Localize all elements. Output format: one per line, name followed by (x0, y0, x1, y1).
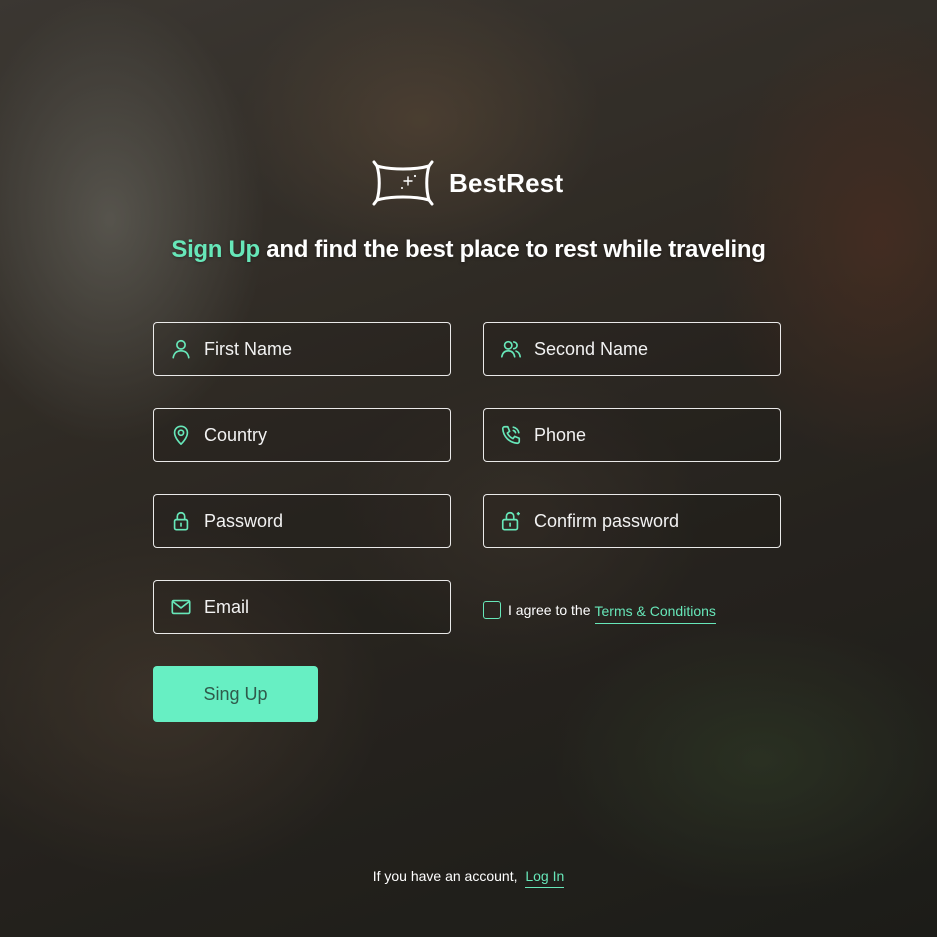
log-in-link[interactable]: Log In (525, 868, 565, 888)
users-icon (501, 340, 521, 358)
first-name-field[interactable] (153, 322, 451, 376)
sign-up-button[interactable]: Sing Up (153, 666, 318, 722)
terms-checkbox[interactable] (483, 601, 501, 619)
brand-name: BestRest (449, 167, 564, 198)
page-headline: Sign Up and find the best place to rest … (0, 236, 937, 264)
phone-input[interactable] (534, 424, 774, 446)
terms-agreement-text: I agree to the (508, 602, 591, 618)
password-field[interactable] (153, 494, 451, 548)
email-field[interactable] (153, 580, 451, 634)
brand-logo: BestRest (371, 158, 563, 208)
phone-field[interactable] (483, 408, 781, 462)
confirm-password-input[interactable] (534, 510, 774, 532)
phone-icon (501, 425, 521, 445)
password-input[interactable] (204, 510, 444, 532)
user-icon (172, 339, 190, 359)
terms-conditions-link[interactable]: Terms & Conditions (594, 603, 716, 624)
country-field[interactable] (153, 408, 451, 462)
first-name-input[interactable] (204, 338, 444, 360)
headline-accent: Sign Up (171, 236, 260, 263)
country-input[interactable] (204, 424, 444, 446)
blurred-background (0, 0, 937, 937)
pillow-icon (372, 160, 434, 206)
confirm-password-field[interactable] (483, 494, 781, 548)
second-name-input[interactable] (534, 338, 774, 360)
second-name-field[interactable] (483, 322, 781, 376)
location-pin-icon (173, 425, 189, 445)
email-input[interactable] (204, 596, 444, 618)
terms-agreement: I agree to the Terms & Conditions (483, 598, 716, 624)
mail-icon (171, 599, 191, 615)
login-prompt-text: If you have an account, (372, 868, 518, 884)
headline-text: and find the best place to rest while tr… (266, 236, 766, 263)
login-prompt: If you have an account, Log In (0, 868, 937, 888)
unlock-icon (501, 511, 521, 531)
lock-icon (173, 511, 189, 531)
